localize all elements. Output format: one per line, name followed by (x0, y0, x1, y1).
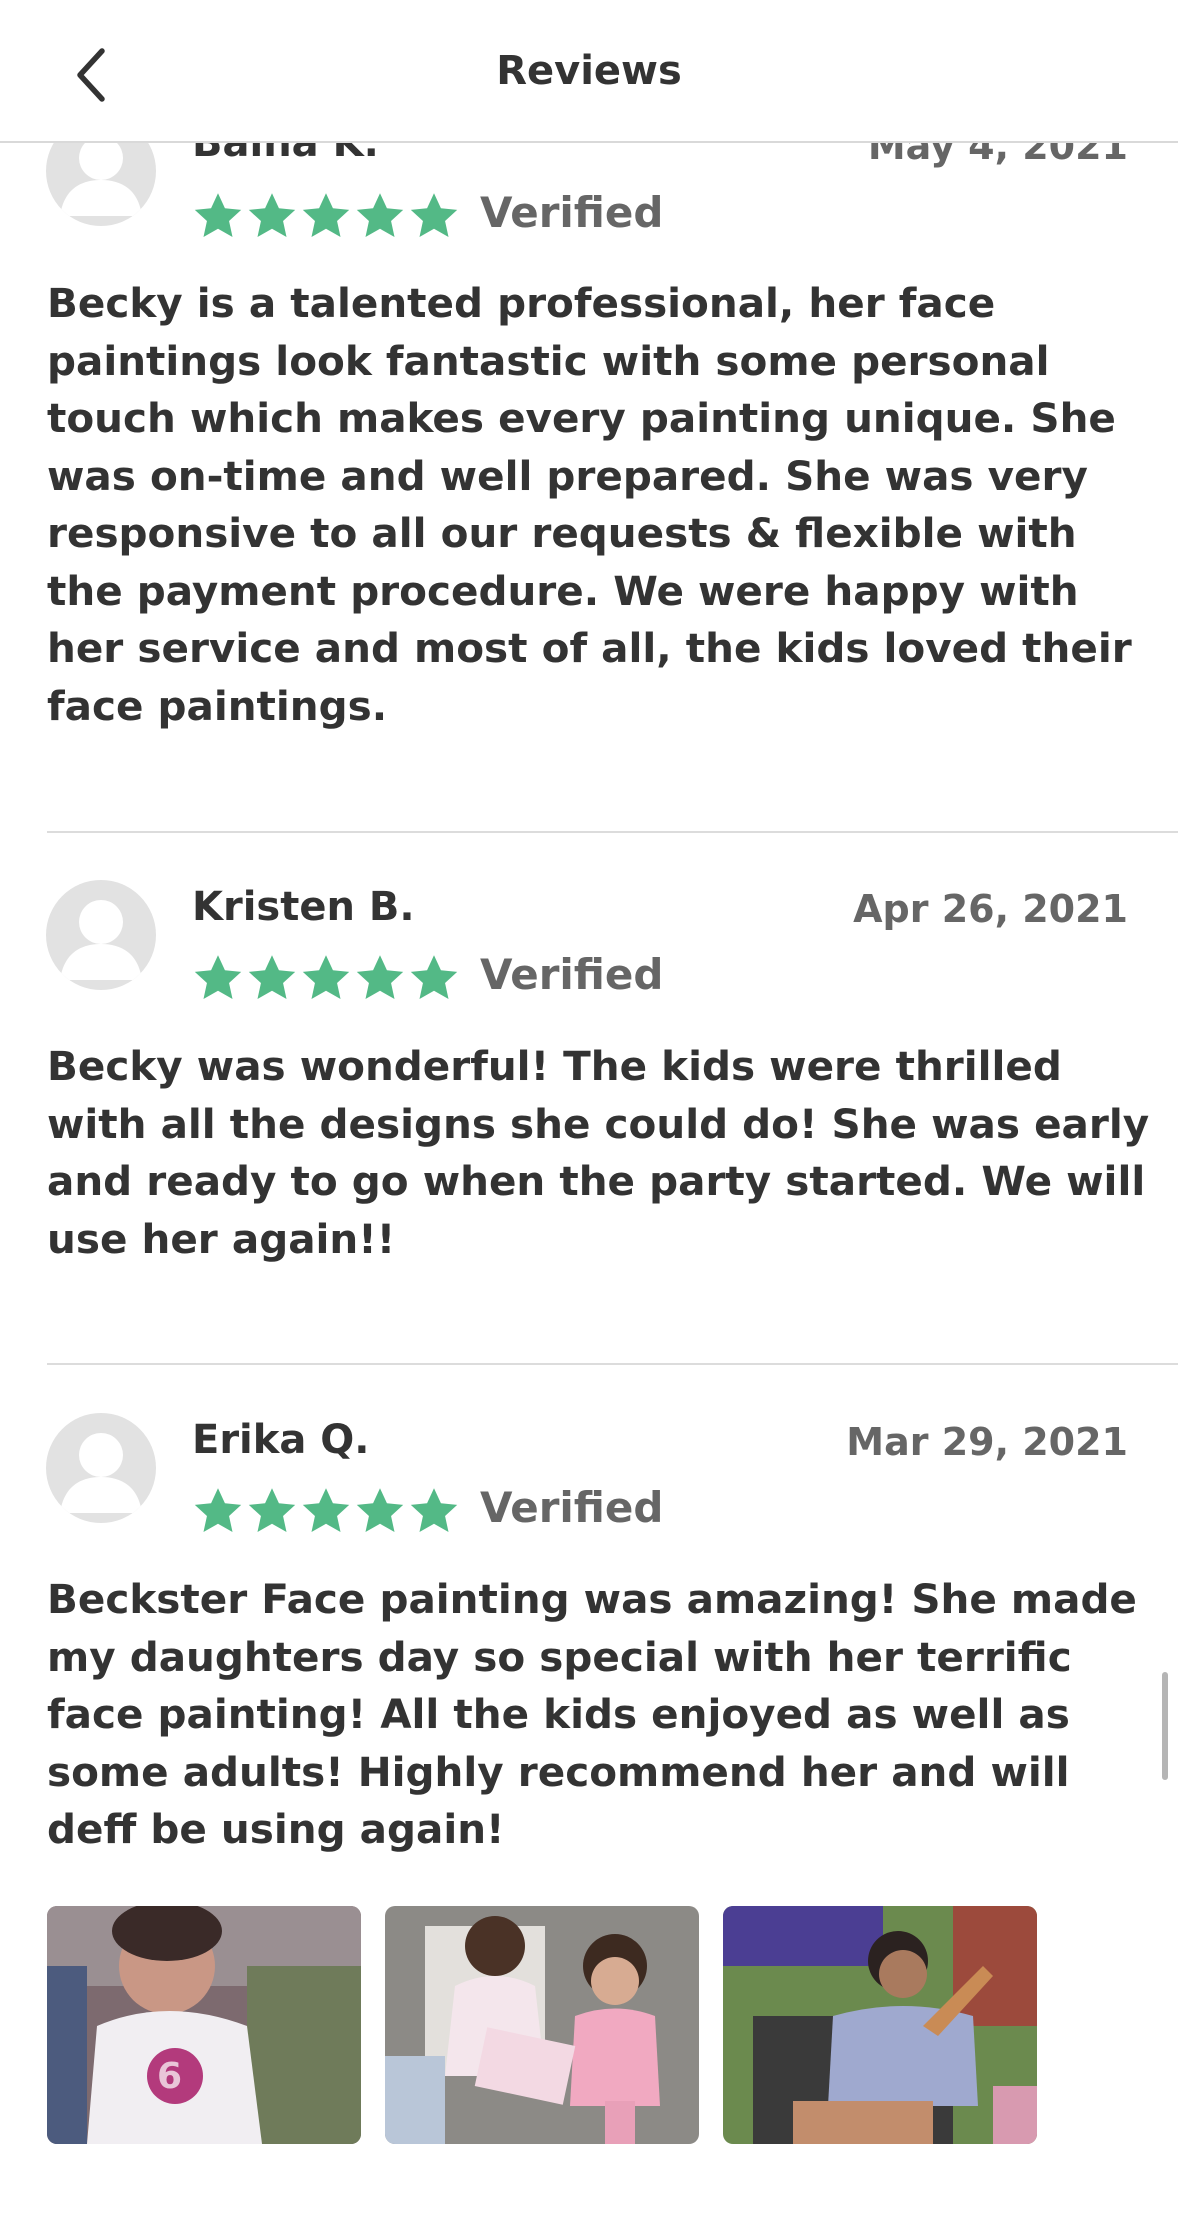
review-divider (47, 831, 1178, 833)
star-icon (356, 193, 404, 238)
scrollbar[interactable] (1162, 1672, 1168, 1780)
review-divider (47, 1363, 1178, 1365)
reviewer-name: Kristen B. (192, 884, 415, 930)
reviews-page: Baina K. May 4, 2021 Verified Becky is a… (0, 0, 1178, 2238)
verified-badge: Verified (480, 950, 664, 999)
star-icon (302, 1488, 350, 1533)
review-photo-image (385, 1906, 699, 2144)
review-photo[interactable]: 6 (47, 1906, 361, 2144)
avatar (46, 1413, 156, 1523)
star-rating (192, 1485, 460, 1537)
star-icon (302, 193, 350, 238)
avatar (46, 880, 156, 990)
review-text: Becky was wonderful! The kids were thril… (47, 1042, 1150, 1263)
star-rating (192, 190, 460, 242)
page-title: Reviews (496, 48, 682, 94)
verified-badge: Verified (480, 188, 664, 237)
review-text: Becky is a talented professional, her fa… (47, 279, 1132, 730)
review-photo[interactable] (385, 1906, 699, 2144)
star-icon (248, 1488, 296, 1533)
star-icon (302, 955, 350, 1000)
star-icon (410, 955, 458, 1000)
avatar-placeholder-icon (60, 900, 142, 980)
star-icon (356, 1488, 404, 1533)
star-icon (410, 193, 458, 238)
star-icon (248, 193, 296, 238)
verified-badge: Verified (480, 1483, 664, 1532)
star-icon (248, 955, 296, 1000)
star-icon (410, 1488, 458, 1533)
star-icon (356, 955, 404, 1000)
star-rating (192, 952, 460, 1004)
svg-text:6: 6 (157, 2056, 182, 2097)
navigation-header: Reviews (0, 0, 1178, 143)
star-icon (194, 1488, 242, 1533)
review-date: Apr 26, 2021 (853, 887, 1128, 931)
reviewer-name: Erika Q. (192, 1417, 370, 1463)
review-photo-image: 6 (47, 1906, 361, 2144)
review-photo[interactable] (723, 1906, 1037, 2144)
review-text: Beckster Face painting was amazing! She … (47, 1575, 1137, 1853)
avatar-placeholder-icon (60, 1433, 142, 1513)
star-icon (194, 955, 242, 1000)
star-icon (194, 193, 242, 238)
review-photos: 6 (47, 1906, 1037, 2144)
review-photo-image (723, 1906, 1037, 2144)
review-date: Mar 29, 2021 (846, 1420, 1128, 1464)
